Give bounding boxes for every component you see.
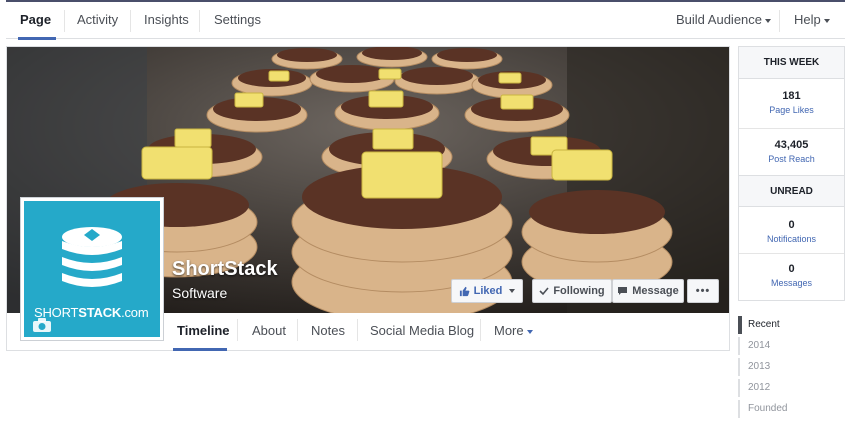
- tab-divider: [357, 319, 358, 341]
- stats-divider: [739, 253, 844, 254]
- page-likes-link[interactable]: Page Likes: [739, 105, 844, 115]
- tab-timeline[interactable]: Timeline: [177, 323, 230, 338]
- tab-active-indicator: [173, 348, 227, 351]
- year-2014[interactable]: 2014: [738, 337, 818, 355]
- page-likes-count[interactable]: 181: [739, 90, 844, 102]
- message-button[interactable]: Message: [612, 279, 684, 303]
- following-button[interactable]: Following: [532, 279, 612, 303]
- notifications-count[interactable]: 0: [739, 219, 844, 231]
- nav-divider: [130, 10, 131, 32]
- messages-count[interactable]: 0: [739, 263, 844, 275]
- post-reach-count[interactable]: 43,405: [739, 139, 844, 151]
- nav-divider: [199, 10, 200, 32]
- tab-more[interactable]: More: [494, 323, 533, 338]
- nav-settings[interactable]: Settings: [214, 12, 261, 27]
- liked-button[interactable]: Liked: [451, 279, 523, 303]
- chevron-down-icon: [765, 18, 772, 23]
- chevron-down-icon: [526, 329, 533, 334]
- page-admin-bar: Page Activity Insights Settings Build Au…: [6, 0, 845, 40]
- page-stats-panel: THIS WEEK 181 Page Likes 43,405 Post Rea…: [738, 46, 845, 301]
- page-category[interactable]: Software: [172, 285, 227, 301]
- liked-label: Liked: [473, 285, 503, 297]
- help-label: Help: [794, 12, 821, 27]
- year-2012[interactable]: 2012: [738, 379, 818, 397]
- more-options-button[interactable]: •••: [687, 279, 719, 303]
- page-header-card: ShortStack Software Liked Following Mess…: [6, 46, 730, 351]
- thumbs-up-icon: [459, 286, 470, 296]
- logo-text-bold: STACK: [78, 305, 122, 320]
- unread-header: UNREAD: [739, 175, 844, 207]
- logo-text-suffix: .com: [121, 305, 149, 320]
- tab-notes[interactable]: Notes: [311, 323, 345, 338]
- camera-icon[interactable]: [32, 317, 52, 333]
- following-label: Following: [553, 285, 605, 297]
- tab-more-label: More: [494, 323, 524, 338]
- message-icon: [618, 287, 628, 295]
- stats-divider: [739, 128, 844, 129]
- tab-social-media-blog[interactable]: Social Media Blog: [370, 323, 474, 338]
- nav-page[interactable]: Page: [20, 12, 51, 27]
- page-name[interactable]: ShortStack: [172, 258, 278, 281]
- tab-about[interactable]: About: [252, 323, 286, 338]
- tab-divider: [480, 319, 481, 341]
- nav-divider: [779, 10, 780, 32]
- pancake-stack-logo: [62, 227, 122, 287]
- year-recent[interactable]: Recent: [738, 316, 818, 334]
- help-menu[interactable]: Help: [794, 12, 830, 27]
- nav-active-indicator: [18, 37, 56, 40]
- build-audience-menu[interactable]: Build Audience: [676, 12, 772, 27]
- checkmark-icon: [539, 287, 549, 296]
- chevron-down-icon: [823, 18, 830, 23]
- tab-divider: [237, 319, 238, 341]
- tab-divider: [297, 319, 298, 341]
- profile-logo: SHORTSTACK.com: [24, 201, 160, 337]
- year-2013[interactable]: 2013: [738, 358, 818, 376]
- message-label: Message: [632, 285, 679, 297]
- notifications-link[interactable]: Notifications: [739, 234, 844, 244]
- profile-picture[interactable]: SHORTSTACK.com: [20, 197, 164, 341]
- nav-divider: [64, 10, 65, 32]
- chevron-down-icon: [509, 289, 516, 293]
- nav-insights[interactable]: Insights: [144, 12, 189, 27]
- year-founded[interactable]: Founded: [738, 400, 818, 418]
- nav-activity[interactable]: Activity: [77, 12, 118, 27]
- messages-link[interactable]: Messages: [739, 278, 844, 288]
- post-reach-link[interactable]: Post Reach: [739, 154, 844, 164]
- build-audience-label: Build Audience: [676, 12, 763, 27]
- this-week-header: THIS WEEK: [739, 47, 844, 79]
